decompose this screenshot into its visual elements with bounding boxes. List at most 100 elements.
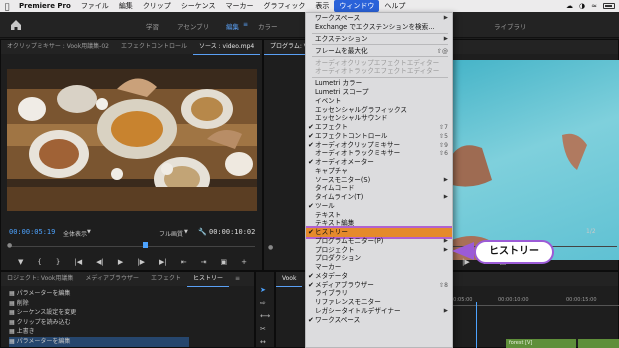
marker-icon[interactable]: ▼ xyxy=(18,258,23,266)
menu-separator xyxy=(312,44,448,46)
zoom-dropdown-icon[interactable]: ▼ xyxy=(87,229,91,235)
workspace-tab-edit[interactable]: 編集 xyxy=(226,21,239,31)
source-scrub-bar[interactable] xyxy=(9,246,255,247)
toggle-icon[interactable]: ◑ xyxy=(579,2,585,10)
menu-separator xyxy=(312,56,448,58)
workspace-tab-assembly[interactable]: アセンブリ xyxy=(177,21,209,31)
history-panel-menu-icon[interactable]: ≡ xyxy=(229,272,246,286)
tools-panel: ➤ ⇨ ⟷ ✂ ↔ xyxy=(255,271,275,348)
window-menu-item-label: オーディオトラックミキサー xyxy=(315,149,401,158)
menu-view[interactable]: 表示 xyxy=(310,0,334,12)
mark-in-icon[interactable]: { xyxy=(37,258,41,266)
history-item[interactable]: ▦ 上書き xyxy=(9,327,189,337)
window-menu-dropdown: ワークスペース ▶ Exchange でエクステンションを検索... エクステンション… xyxy=(305,12,453,348)
checkmark-icon: ✔ xyxy=(308,315,314,324)
selection-tool-icon[interactable]: ➤ xyxy=(260,284,270,297)
source-monitor-panel: オクリップミキサー : Vook用議集-02 エフェクトコントロール ソース :… xyxy=(0,39,271,271)
app-menu[interactable]: Premiere Pro xyxy=(14,0,76,12)
razor-tool-icon[interactable]: ✂ xyxy=(260,323,270,336)
timeline-clip[interactable]: forest [V] xyxy=(506,339,576,348)
mark-out-icon[interactable]: } xyxy=(56,258,60,266)
tab-audio-clip-mixer[interactable]: オクリップミキサー : Vook用議集-02 xyxy=(1,40,115,54)
history-item[interactable]: ▦ クリップを読み込む xyxy=(9,318,189,328)
wrench-icon[interactable]: 🔧 xyxy=(198,228,207,236)
window-menu-item-label: メタデータ xyxy=(315,271,348,280)
source-transport-controls: ▼ { } |◀ ◀| ▶ |▶ ▶| ⇤ ⇥ ▣ + xyxy=(1,254,264,270)
menu-separator xyxy=(312,77,448,79)
source-timecode[interactable]: 00:00:05:19 xyxy=(9,228,55,236)
home-icon[interactable] xyxy=(9,18,23,32)
overwrite-icon[interactable]: ⇥ xyxy=(201,258,207,266)
workspace-tab-learning[interactable]: 学習 xyxy=(146,21,159,31)
tab-effects[interactable]: エフェクト xyxy=(145,272,187,286)
play-icon[interactable]: ▶ xyxy=(118,258,123,266)
window-menu-item[interactable]: エクステンション ▶ xyxy=(306,35,452,44)
window-menu-item[interactable]: ✔ ワークスペース xyxy=(306,315,452,325)
submenu-arrow-icon: ▶ xyxy=(443,35,448,42)
source-quality-select[interactable]: フル画質 xyxy=(159,229,183,238)
export-frame-icon[interactable]: ▣ xyxy=(220,258,227,266)
window-menu-item-label: ワークスペース xyxy=(315,14,361,22)
ruler-label: 00:00:15:00 xyxy=(566,297,597,303)
workspace-tab-libraries[interactable]: ライブラリ xyxy=(494,21,527,31)
tab-project[interactable]: ロジェクト: Vook用議集 xyxy=(1,272,79,286)
insert-icon[interactable]: ⇤ xyxy=(181,258,187,266)
window-menu-item: オーディオトラックエフェクトエディター xyxy=(306,67,452,76)
source-playhead[interactable] xyxy=(143,242,148,248)
history-list: ▦ パラメーターを編集 ▦ 削除 ▦ シーケンス設定を変更 ▦ クリップを読み込… xyxy=(9,289,189,347)
go-to-in-icon[interactable]: |◀ xyxy=(74,258,82,266)
project-panel: ロジェクト: Vook用議集 メディアブラウザー エフェクト ヒストリー ≡ ▦… xyxy=(0,271,255,348)
history-item[interactable]: ▦ パラメーターを編集 xyxy=(9,289,189,299)
slip-tool-icon[interactable]: ↔ xyxy=(260,336,270,348)
ripple-edit-tool-icon[interactable]: ⟷ xyxy=(260,310,270,323)
tab-source[interactable]: ソース : video.mp4 xyxy=(193,40,261,55)
history-item[interactable]: ▦ 削除 xyxy=(9,299,189,309)
window-menu-item-label: プロジェクト xyxy=(315,245,355,254)
window-menu-item-label: Lumetri スコープ xyxy=(315,88,369,97)
tool-list: ➤ ⇨ ⟷ ✂ ↔ xyxy=(260,284,270,348)
window-menu-item-label: Lumetri カラー xyxy=(315,79,363,88)
tab-timeline[interactable]: Vook xyxy=(276,272,303,287)
timeline-clip[interactable] xyxy=(578,339,619,348)
window-menu-item[interactable]: フレームを最大化 ⇧@ xyxy=(306,47,452,56)
menu-window[interactable]: ウィンドウ xyxy=(334,0,380,12)
step-forward-icon[interactable]: |▶ xyxy=(137,258,145,266)
menu-file[interactable]: ファイル xyxy=(76,0,114,12)
window-menu-item-label: レガシータイトルデザイナー xyxy=(315,306,401,315)
menu-graphics[interactable]: グラフィック xyxy=(258,0,310,12)
history-item-icon: ▦ xyxy=(9,290,17,297)
step-back-icon[interactable]: ◀| xyxy=(96,258,104,266)
window-menu-item-label: イベント xyxy=(315,96,342,105)
history-item[interactable]: ▦ シーケンス設定を変更 xyxy=(9,308,189,318)
menu-marker[interactable]: マーカー xyxy=(220,0,258,12)
menu-sequence[interactable]: シーケンス xyxy=(176,0,221,12)
window-menu-item[interactable]: Exchange でエクステンションを検索... xyxy=(306,23,452,32)
window-menu-item-label: プロダクション xyxy=(315,254,362,263)
workspace-tab-color[interactable]: カラー xyxy=(258,21,278,31)
program-page-indicator: 1/2 xyxy=(586,228,596,235)
go-to-out-icon[interactable]: ▶| xyxy=(159,258,167,266)
track-select-tool-icon[interactable]: ⇨ xyxy=(260,297,270,310)
tab-effect-controls[interactable]: エフェクトコントロール xyxy=(115,40,193,54)
quality-dropdown-icon[interactable]: ▼ xyxy=(184,229,188,235)
menu-edit[interactable]: 編集 xyxy=(114,0,138,12)
add-button-icon[interactable]: + xyxy=(241,258,247,266)
window-menu-item-label: ツール xyxy=(315,201,335,210)
timeline-playhead[interactable] xyxy=(476,302,477,348)
history-item[interactable]: ▦ パラメーターを編集 xyxy=(9,336,189,347)
menu-help[interactable]: ヘルプ xyxy=(379,0,410,12)
window-menu-item-label: ソースモニター(S) xyxy=(315,175,371,184)
source-zoom-select[interactable]: 全体表示 xyxy=(63,229,87,238)
wifi-icon[interactable]: ≈ xyxy=(591,2,597,10)
workspace-menu-icon[interactable]: ≡ xyxy=(243,21,248,28)
tab-media-browser[interactable]: メディアブラウザー xyxy=(79,272,145,286)
menu-clip[interactable]: クリップ xyxy=(138,0,176,12)
apple-icon[interactable]:  xyxy=(0,2,14,11)
window-menu-item-label: メディアブラウザー xyxy=(315,280,374,289)
creative-cloud-icon[interactable]: ☁ xyxy=(566,2,573,10)
window-menu-item-label: エフェクトコントロール xyxy=(315,131,388,140)
history-item-icon: ▦ xyxy=(9,337,17,345)
tab-history[interactable]: ヒストリー xyxy=(187,272,230,287)
history-item-icon: ▦ xyxy=(9,299,17,307)
battery-icon[interactable] xyxy=(603,3,615,9)
